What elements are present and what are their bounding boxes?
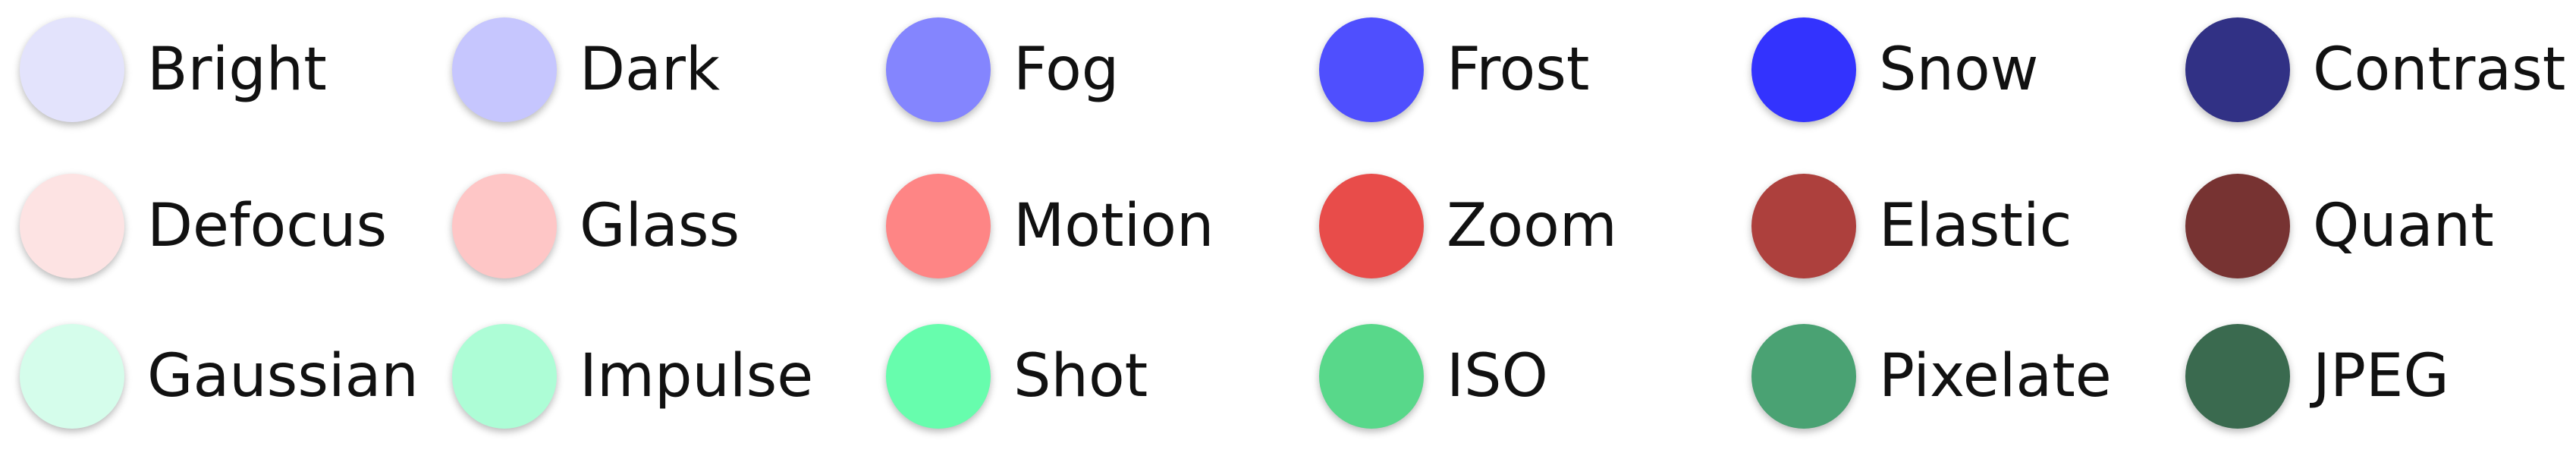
legend-item-shot: Shot — [886, 319, 1148, 433]
legend-item-pixelate: Pixelate — [1751, 319, 2112, 433]
legend-label-gaussian: Gaussian — [147, 342, 419, 410]
legend-item-elastic: Elastic — [1751, 169, 2072, 283]
color-swatch-snow — [1751, 17, 1856, 122]
legend-item-iso: ISO — [1319, 319, 1548, 433]
legend-item-snow: Snow — [1751, 13, 2038, 127]
legend-label-frost: Frost — [1447, 36, 1590, 104]
color-swatch-bright — [20, 17, 124, 122]
color-legend: Bright Dark Fog Frost Snow Contrast Defo… — [0, 0, 2576, 459]
color-swatch-zoom — [1319, 174, 1424, 278]
legend-item-frost: Frost — [1319, 13, 1590, 127]
legend-label-fog: Fog — [1013, 36, 1120, 104]
legend-item-dark: Dark — [452, 13, 720, 127]
legend-item-fog: Fog — [886, 13, 1119, 127]
legend-label-motion: Motion — [1013, 192, 1214, 260]
legend-label-elastic: Elastic — [1879, 192, 2072, 260]
color-swatch-frost — [1319, 17, 1424, 122]
legend-label-impulse: Impulse — [580, 342, 814, 410]
legend-label-bright: Bright — [147, 36, 327, 104]
legend-label-dark: Dark — [580, 36, 721, 104]
color-swatch-quant — [2185, 174, 2290, 278]
legend-item-gaussian: Gaussian — [20, 319, 419, 433]
color-swatch-dark — [452, 17, 557, 122]
legend-label-defocus: Defocus — [147, 192, 388, 260]
color-swatch-shot — [886, 324, 991, 429]
legend-item-quant: Quant — [2185, 169, 2494, 283]
color-swatch-gaussian — [20, 324, 124, 429]
legend-item-impulse: Impulse — [452, 319, 813, 433]
color-swatch-fog — [886, 17, 991, 122]
legend-item-bright: Bright — [20, 13, 327, 127]
legend-label-contrast: Contrast — [2313, 36, 2566, 104]
legend-item-jpeg: JPEG — [2185, 319, 2449, 433]
legend-label-jpeg: JPEG — [2313, 342, 2449, 410]
legend-item-glass: Glass — [452, 169, 740, 283]
color-swatch-elastic — [1751, 174, 1856, 278]
legend-label-iso: ISO — [1447, 342, 1548, 410]
color-swatch-iso — [1319, 324, 1424, 429]
color-swatch-jpeg — [2185, 324, 2290, 429]
color-swatch-defocus — [20, 174, 124, 278]
color-swatch-impulse — [452, 324, 557, 429]
legend-item-zoom: Zoom — [1319, 169, 1617, 283]
legend-label-glass: Glass — [580, 192, 740, 260]
legend-label-zoom: Zoom — [1447, 192, 1617, 260]
legend-item-defocus: Defocus — [20, 169, 387, 283]
legend-label-pixelate: Pixelate — [1879, 342, 2112, 410]
legend-label-snow: Snow — [1879, 36, 2039, 104]
legend-label-shot: Shot — [1013, 342, 1148, 410]
legend-item-motion: Motion — [886, 169, 1214, 283]
color-swatch-glass — [452, 174, 557, 278]
legend-label-quant: Quant — [2313, 192, 2494, 260]
color-swatch-contrast — [2185, 17, 2290, 122]
color-swatch-motion — [886, 174, 991, 278]
legend-item-contrast: Contrast — [2185, 13, 2565, 127]
color-swatch-pixelate — [1751, 324, 1856, 429]
